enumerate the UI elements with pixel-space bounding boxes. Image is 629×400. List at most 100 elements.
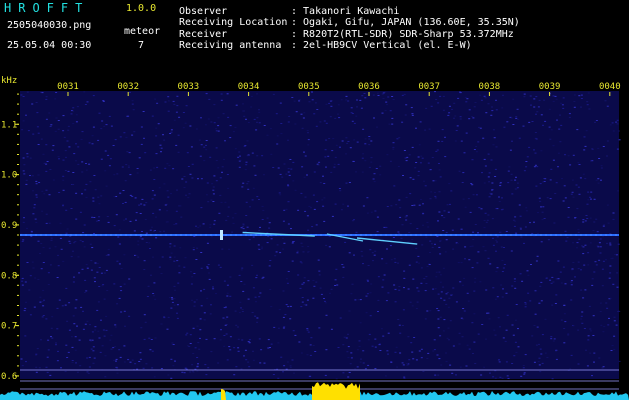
noise-dot [460,228,463,230]
noise-dot [138,157,141,159]
noise-dot [388,123,391,125]
noise-dot [240,307,242,309]
noise-dot [139,358,142,360]
noise-dot [468,109,471,111]
noise-dot [167,110,170,112]
noise-dot [70,113,73,115]
noise-dot [570,354,573,356]
noise-dot [154,298,157,300]
noise-dot [445,239,448,241]
noise-dot [574,276,576,278]
noise-dot [164,167,167,169]
noise-dot [138,361,141,362]
noise-dot [255,277,258,279]
noise-dot [530,264,532,265]
noise-dot [159,147,162,149]
noise-dot [364,160,367,162]
noise-dot [145,232,148,234]
noise-dot [175,111,178,113]
noise-dot [573,101,576,102]
noise-dot [300,192,303,194]
noise-dot [582,173,585,175]
noise-dot [339,190,342,192]
noise-dot [151,367,154,369]
noise-dot [173,103,176,105]
noise-dot [349,147,352,149]
noise-dot [329,100,332,102]
noise-dot [366,293,369,295]
noise-dot [252,350,254,352]
noise-dot [572,325,575,327]
noise-dot [393,284,396,286]
noise-dot [524,226,527,228]
noise-dot [287,168,290,170]
noise-dot [104,376,107,378]
noise-dot [160,151,162,153]
noise-dot [299,287,302,289]
noise-dot [185,181,188,183]
noise-dot [401,224,404,226]
noise-dot [300,306,303,308]
noise-dot [551,304,554,306]
noise-dot [309,375,312,377]
noise-dot [472,117,475,119]
noise-dot [379,165,382,167]
noise-dot [337,113,339,115]
noise-dot [306,130,309,132]
noise-dot [340,99,343,101]
noise-dot [598,357,601,359]
noise-dot [151,115,154,117]
noise-dot [544,120,547,122]
noise-dot [166,163,169,165]
noise-dot [302,117,305,119]
noise-dot [197,342,200,344]
noise-dot [364,97,367,99]
noise-dot [249,206,251,208]
noise-dot [333,163,336,165]
noise-dot [540,150,543,152]
noise-dot [461,284,464,286]
noise-dot [297,274,300,276]
noise-dot [513,281,516,282]
noise-dot [420,282,423,284]
noise-dot [463,152,466,154]
noise-dot [251,312,254,313]
noise-dot [501,271,504,272]
noise-dot [105,329,108,331]
noise-dot [345,137,348,139]
noise-dot [248,239,251,241]
noise-dot [543,99,546,101]
noise-dot [307,139,310,141]
noise-dot [228,248,231,250]
noise-dot [534,132,537,133]
noise-dot [410,107,413,109]
noise-dot [136,368,139,370]
noise-dot [234,213,237,215]
noise-dot [22,96,25,97]
noise-dot [208,272,210,274]
noise-dot [33,306,36,308]
noise-dot [103,125,106,127]
noise-dot [199,155,202,157]
noise-dot [227,215,230,217]
location-label: Receiving Location [179,17,288,28]
noise-dot [273,326,276,328]
noise-dot [446,204,449,206]
noise-dot [115,358,118,360]
noise-dot [541,362,544,364]
noise-dot [416,228,419,230]
noise-dot [573,106,576,108]
noise-dot [347,333,349,335]
noise-dot [512,98,515,100]
noise-dot [491,106,493,108]
noise-dot [68,302,71,304]
noise-dot [300,352,303,354]
noise-dot [492,237,494,239]
noise-dot [21,241,24,242]
noise-dot [452,345,455,347]
noise-dot [392,237,395,238]
noise-dot [417,156,420,158]
noise-dot [205,338,208,340]
noise-dot [119,286,122,288]
noise-dot [549,138,552,140]
